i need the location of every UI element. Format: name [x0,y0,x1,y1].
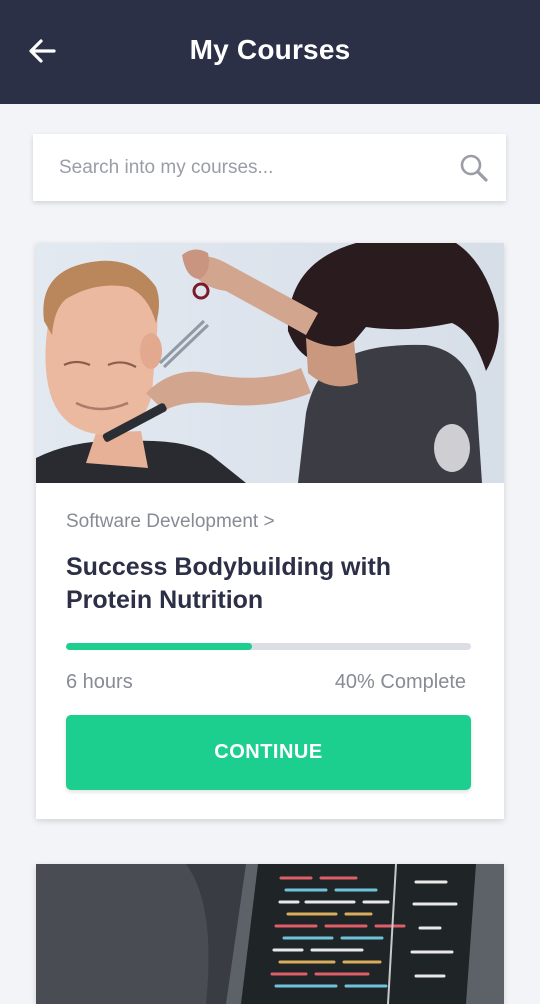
app-header: My Courses [0,0,540,104]
search-bar [33,134,506,201]
course-title: Success Bodybuilding with Protein Nutrit… [66,553,392,614]
progress-fill [66,643,253,650]
course-duration: 6 hours [66,671,133,693]
course-category-link[interactable]: Software Development > [66,511,275,533]
search-input[interactable] [59,134,439,201]
page-title: My Courses [189,34,351,65]
course-card[interactable] [36,864,504,1004]
course-image [36,243,504,483]
course-completion: 40% Complete [334,671,466,693]
course-card[interactable]: Software Development > Success Bodybuild… [36,243,504,819]
search-icon[interactable] [458,152,490,184]
continue-button[interactable]: CONTINUE [66,715,471,790]
course-image [36,864,504,1004]
progress-bar [66,643,471,650]
